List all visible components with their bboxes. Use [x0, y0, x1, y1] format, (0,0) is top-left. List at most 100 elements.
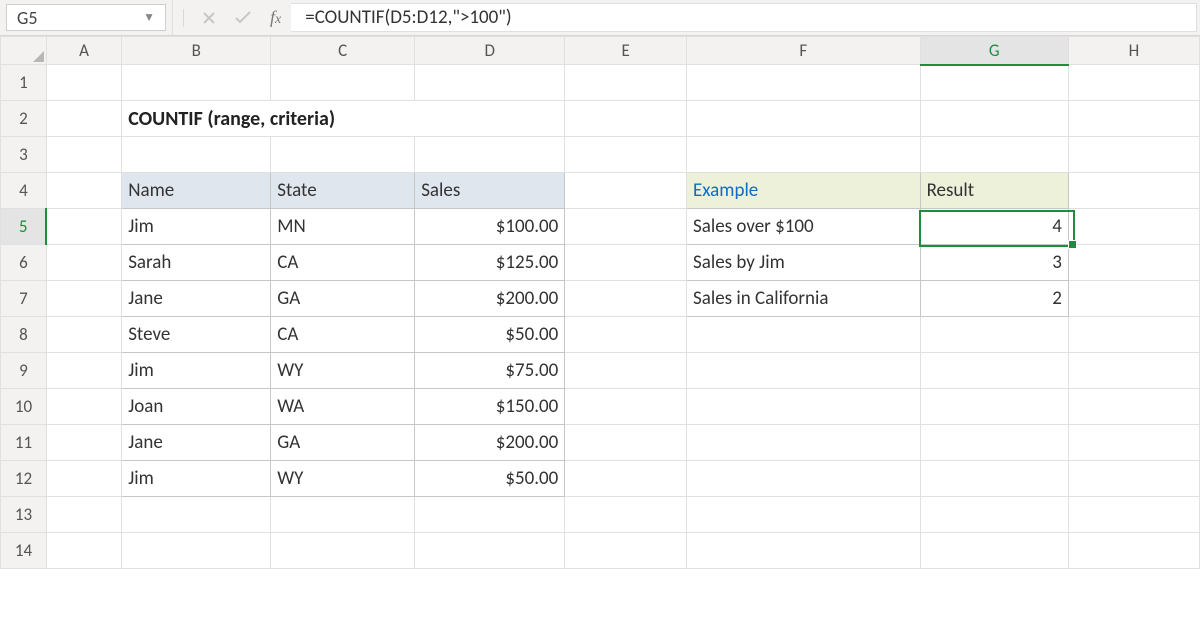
- cell-A6[interactable]: [46, 245, 121, 281]
- cell-B7[interactable]: Jane: [122, 281, 271, 317]
- grid[interactable]: A B C D E F G H 1 2 COUNTIF (range, crit…: [0, 36, 1200, 569]
- cell-E9[interactable]: [565, 353, 687, 389]
- cell-G12[interactable]: [920, 461, 1068, 497]
- row-header-5[interactable]: 5: [1, 209, 47, 245]
- cell-B3[interactable]: [122, 137, 271, 173]
- cell-H11[interactable]: [1068, 425, 1199, 461]
- row-header-12[interactable]: 12: [1, 461, 47, 497]
- cell-D13[interactable]: [415, 497, 565, 533]
- cell-B12[interactable]: Jim: [122, 461, 271, 497]
- row-header-14[interactable]: 14: [1, 533, 47, 569]
- cell-F5[interactable]: Sales over $100: [687, 209, 921, 245]
- cell-E12[interactable]: [565, 461, 687, 497]
- col-header-E[interactable]: E: [565, 37, 687, 65]
- row-header-10[interactable]: 10: [1, 389, 47, 425]
- cell-D7[interactable]: $200.00: [415, 281, 565, 317]
- cell-F1[interactable]: [687, 65, 921, 101]
- cell-F2[interactable]: [687, 101, 921, 137]
- cell-E5[interactable]: [565, 209, 687, 245]
- row-header-8[interactable]: 8: [1, 317, 47, 353]
- cell-C7[interactable]: GA: [271, 281, 415, 317]
- cell-A3[interactable]: [46, 137, 121, 173]
- cell-A1[interactable]: [46, 65, 121, 101]
- col-header-A[interactable]: A: [46, 37, 121, 65]
- cell-H1[interactable]: [1068, 65, 1199, 101]
- row-header-2[interactable]: 2: [1, 101, 47, 137]
- cell-D3[interactable]: [415, 137, 565, 173]
- cell-C13[interactable]: [271, 497, 415, 533]
- cell-B11[interactable]: Jane: [122, 425, 271, 461]
- cell-C6[interactable]: CA: [271, 245, 415, 281]
- cell-G8[interactable]: [920, 317, 1068, 353]
- cell-E4[interactable]: [565, 173, 687, 209]
- col-header-C[interactable]: C: [271, 37, 415, 65]
- cell-B5[interactable]: Jim: [122, 209, 271, 245]
- cell-C11[interactable]: GA: [271, 425, 415, 461]
- cell-H2[interactable]: [1068, 101, 1199, 137]
- cell-D5[interactable]: $100.00: [415, 209, 565, 245]
- cell-B10[interactable]: Joan: [122, 389, 271, 425]
- cell-H3[interactable]: [1068, 137, 1199, 173]
- cell-G9[interactable]: [920, 353, 1068, 389]
- cell-H5[interactable]: [1068, 209, 1199, 245]
- cell-D14[interactable]: [415, 533, 565, 569]
- cell-G1[interactable]: [920, 65, 1068, 101]
- worksheet[interactable]: A B C D E F G H 1 2 COUNTIF (range, crit…: [0, 36, 1200, 569]
- cell-D11[interactable]: $200.00: [415, 425, 565, 461]
- cell-G2[interactable]: [920, 101, 1068, 137]
- cell-A9[interactable]: [46, 353, 121, 389]
- cell-H10[interactable]: [1068, 389, 1199, 425]
- cell-A4[interactable]: [46, 173, 121, 209]
- col-header-G[interactable]: G: [920, 37, 1068, 65]
- cell-C8[interactable]: CA: [271, 317, 415, 353]
- cell-F4[interactable]: Example: [687, 173, 921, 209]
- select-all-corner[interactable]: [1, 37, 47, 65]
- cell-G14[interactable]: [920, 533, 1068, 569]
- cell-A13[interactable]: [46, 497, 121, 533]
- formula-input[interactable]: =COUNTIF(D5:D12,">100"): [291, 3, 1197, 32]
- cell-F7[interactable]: Sales in California: [687, 281, 921, 317]
- chevron-down-icon[interactable]: ▼: [143, 10, 155, 25]
- row-header-4[interactable]: 4: [1, 173, 47, 209]
- cell-G7[interactable]: 2: [920, 281, 1068, 317]
- cell-G11[interactable]: [920, 425, 1068, 461]
- cell-A14[interactable]: [46, 533, 121, 569]
- row-header-6[interactable]: 6: [1, 245, 47, 281]
- cell-E6[interactable]: [565, 245, 687, 281]
- cell-F9[interactable]: [687, 353, 921, 389]
- confirm-icon[interactable]: [234, 11, 252, 25]
- cell-C12[interactable]: WY: [271, 461, 415, 497]
- cell-B13[interactable]: [122, 497, 271, 533]
- cell-G5[interactable]: 4: [920, 209, 1068, 245]
- cell-D8[interactable]: $50.00: [415, 317, 565, 353]
- cell-G10[interactable]: [920, 389, 1068, 425]
- cell-B1[interactable]: [122, 65, 271, 101]
- cell-H8[interactable]: [1068, 317, 1199, 353]
- cell-D1[interactable]: [415, 65, 565, 101]
- cell-F8[interactable]: [687, 317, 921, 353]
- cell-G6[interactable]: 3: [920, 245, 1068, 281]
- cell-A12[interactable]: [46, 461, 121, 497]
- cell-A10[interactable]: [46, 389, 121, 425]
- cell-C14[interactable]: [271, 533, 415, 569]
- cell-A2[interactable]: [46, 101, 121, 137]
- cell-H9[interactable]: [1068, 353, 1199, 389]
- cell-title[interactable]: COUNTIF (range, criteria): [122, 101, 565, 137]
- cell-E8[interactable]: [565, 317, 687, 353]
- cell-A8[interactable]: [46, 317, 121, 353]
- cell-E10[interactable]: [565, 389, 687, 425]
- cell-F14[interactable]: [687, 533, 921, 569]
- cell-C10[interactable]: WA: [271, 389, 415, 425]
- row-header-13[interactable]: 13: [1, 497, 47, 533]
- col-header-H[interactable]: H: [1068, 37, 1199, 65]
- cell-E3[interactable]: [565, 137, 687, 173]
- row-header-9[interactable]: 9: [1, 353, 47, 389]
- cell-E2[interactable]: [565, 101, 687, 137]
- col-header-D[interactable]: D: [415, 37, 565, 65]
- cell-D9[interactable]: $75.00: [415, 353, 565, 389]
- col-header-F[interactable]: F: [687, 37, 921, 65]
- cell-A7[interactable]: [46, 281, 121, 317]
- cell-D6[interactable]: $125.00: [415, 245, 565, 281]
- cell-G13[interactable]: [920, 497, 1068, 533]
- cell-F10[interactable]: [687, 389, 921, 425]
